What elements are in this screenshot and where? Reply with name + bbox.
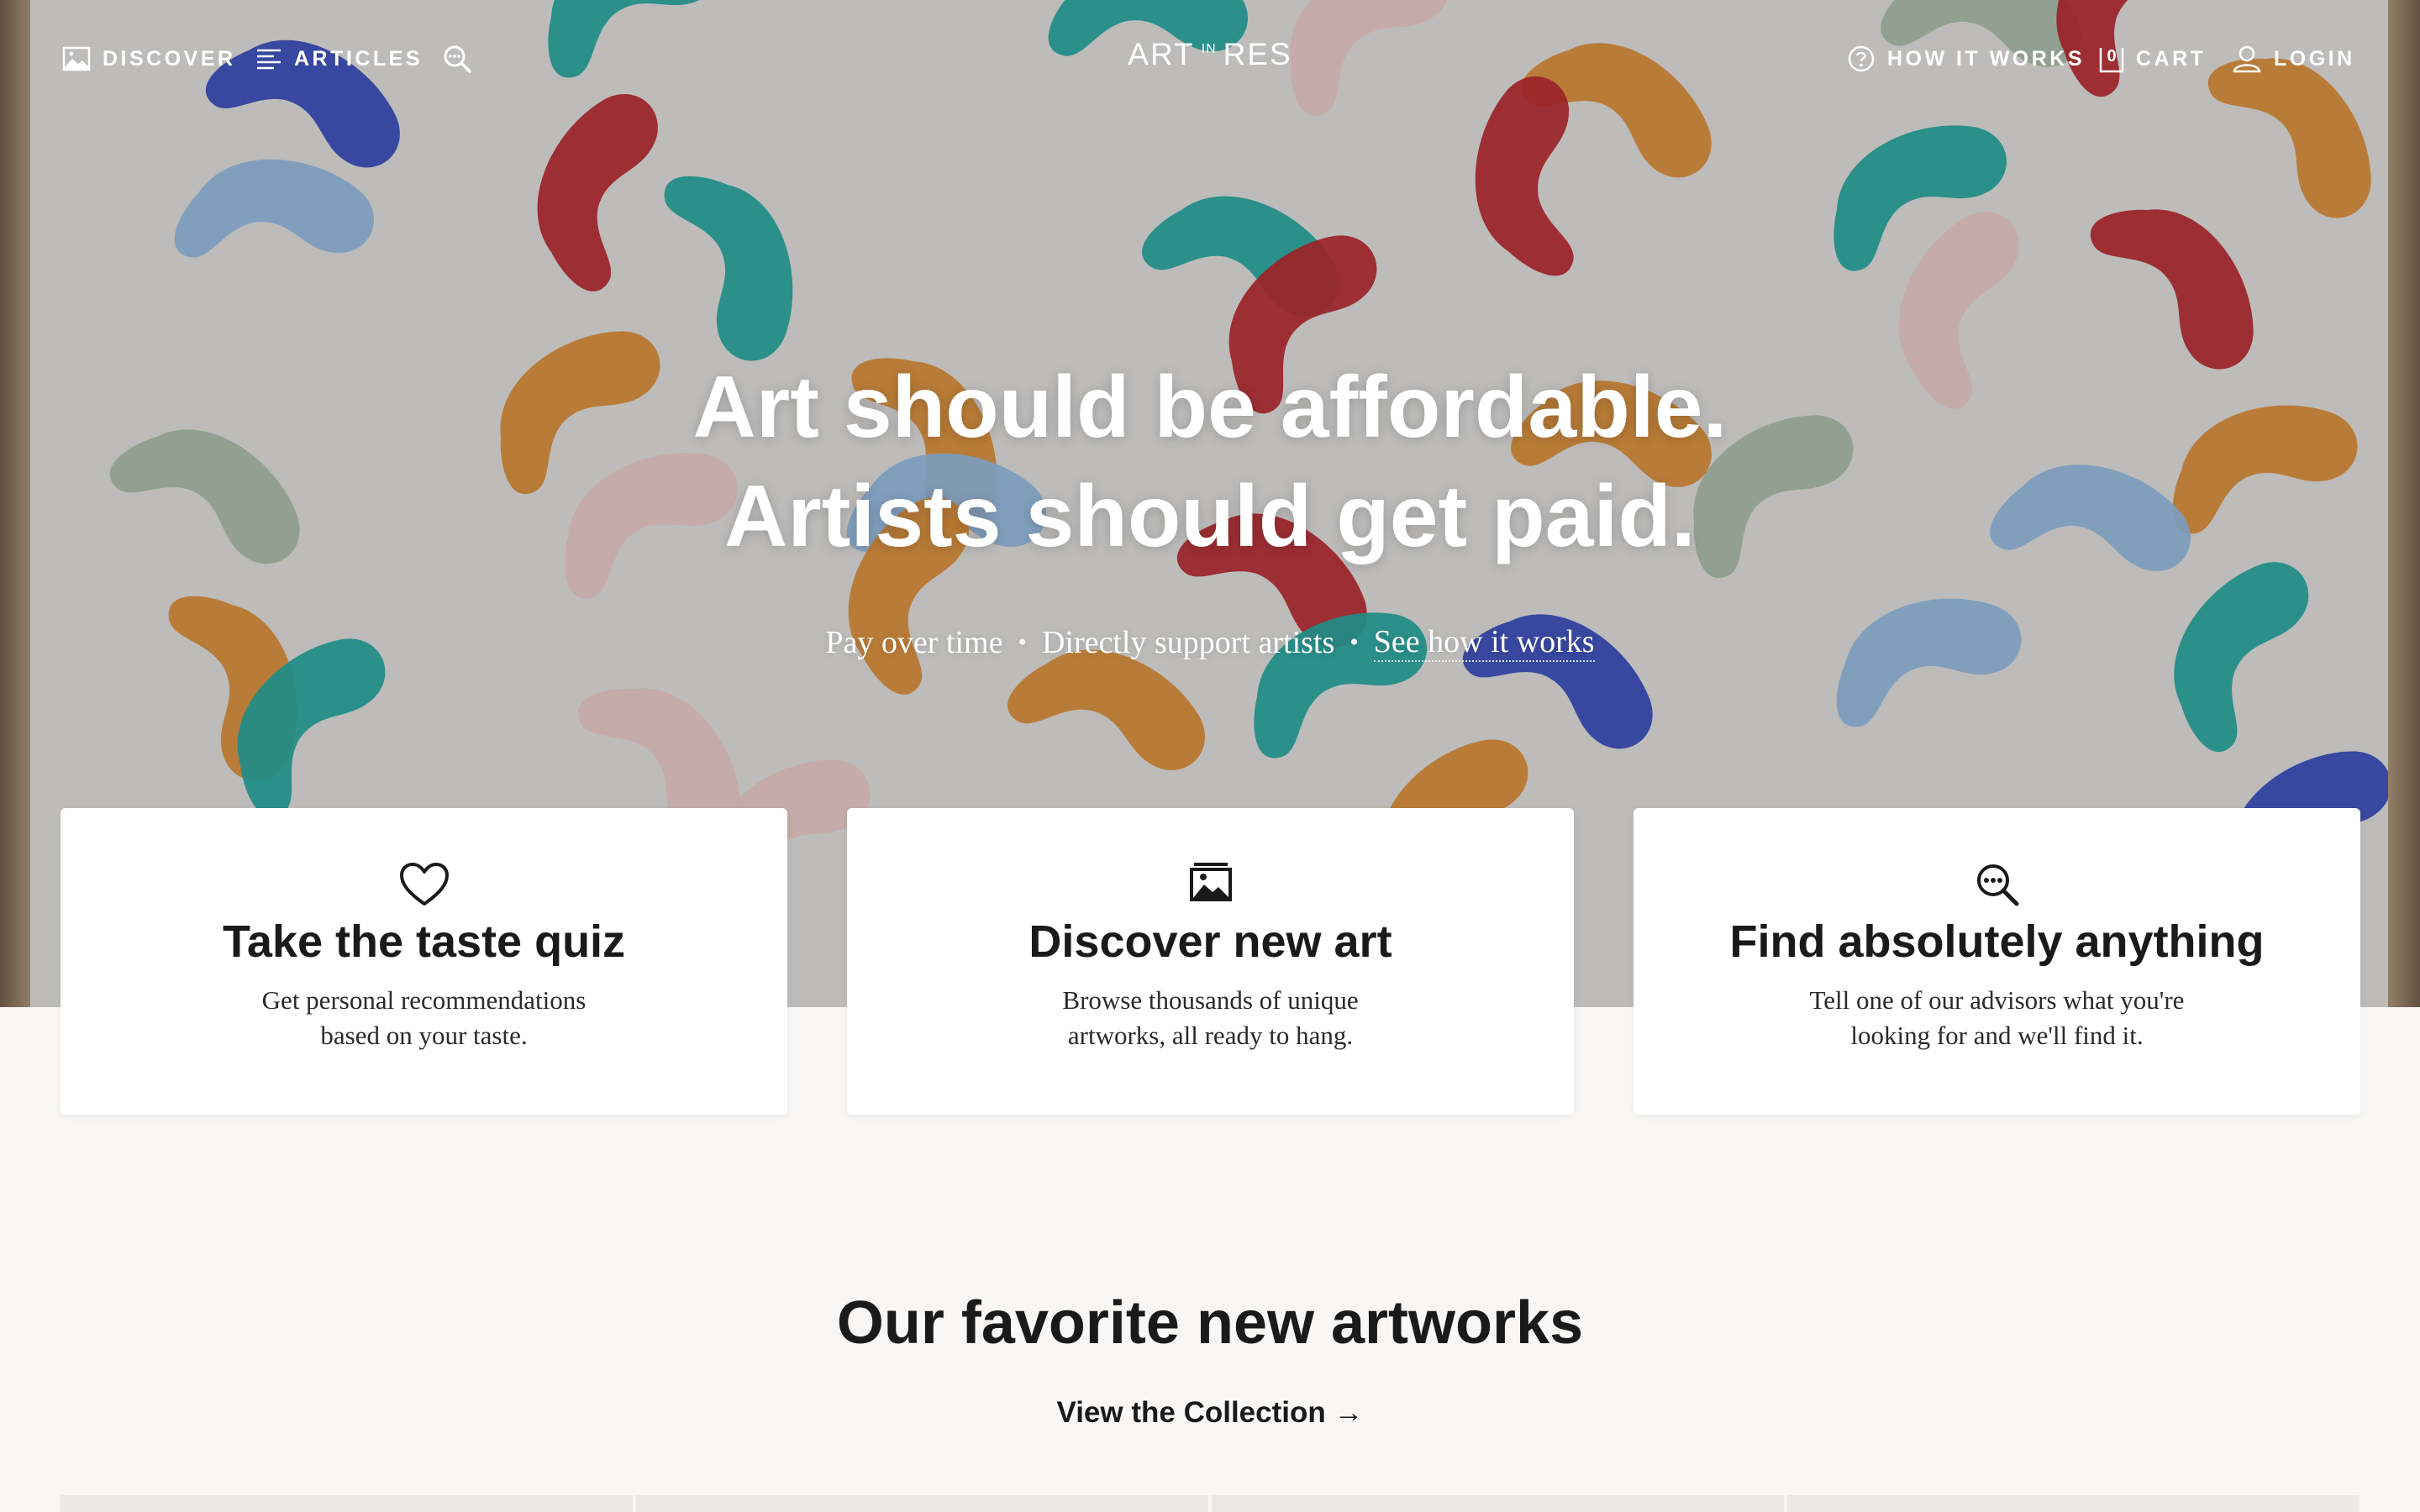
artwork-tile[interactable] bbox=[60, 1495, 633, 1512]
card-taste-quiz[interactable]: Take the taste quiz Get personal recomme… bbox=[60, 808, 787, 1115]
nav-articles[interactable]: ARTICLES bbox=[255, 42, 423, 76]
card-description-line: based on your taste. bbox=[320, 1021, 528, 1050]
subline-support-artists: Directly support artists bbox=[1041, 625, 1335, 660]
card-find-anything[interactable]: Find absolutely anything Tell one of our… bbox=[1634, 808, 2360, 1115]
site-logo[interactable]: ART IN RES bbox=[1128, 37, 1290, 79]
top-nav: DISCOVER ARTICLES ART IN RES HOW IT WORK… bbox=[0, 0, 2420, 118]
nav-login-label: LOGIN bbox=[2274, 46, 2355, 71]
logo-in: IN bbox=[1201, 42, 1217, 56]
card-description: Tell one of our advisors what you're loo… bbox=[1751, 983, 2243, 1053]
nav-cart[interactable]: 0 CART bbox=[2099, 42, 2206, 76]
hero-subline: Pay over time • Directly support artists… bbox=[0, 623, 2420, 662]
card-title: Find absolutely anything bbox=[1729, 916, 2265, 967]
card-description-line: Browse thousands of unique bbox=[1062, 985, 1359, 1015]
artwork-tile[interactable] bbox=[1212, 1495, 1784, 1512]
nav-discover-label: DISCOVER bbox=[103, 46, 236, 71]
nav-login[interactable]: LOGIN bbox=[2232, 42, 2355, 76]
card-title: Take the taste quiz bbox=[222, 916, 626, 967]
card-icon-wrap bbox=[1634, 862, 2360, 907]
page: DISCOVER ARTICLES ART IN RES HOW IT WORK… bbox=[0, 0, 2420, 1512]
card-title: Discover new art bbox=[1028, 916, 1392, 967]
card-description-line: looking for and we'll find it. bbox=[1850, 1021, 2144, 1050]
logo-res: RES bbox=[1223, 37, 1292, 71]
headline-line-2: Artists should get paid. bbox=[724, 468, 1696, 565]
nav-discover[interactable]: DISCOVER bbox=[62, 42, 236, 76]
logo-art: ART bbox=[1128, 37, 1195, 71]
nav-cart-label: CART bbox=[2136, 46, 2207, 71]
artwork-tile[interactable] bbox=[1787, 1495, 2360, 1512]
search-icon bbox=[444, 45, 471, 73]
nav-how-it-works-label: HOW IT WORKS bbox=[1887, 46, 2086, 71]
nav-articles-label: ARTICLES bbox=[294, 46, 423, 71]
help-circle-icon bbox=[1848, 45, 1875, 72]
nav-how-it-works[interactable]: HOW IT WORKS bbox=[1847, 42, 2085, 76]
card-description-line: Get personal recommendations bbox=[261, 985, 587, 1015]
image-icon bbox=[1189, 863, 1232, 901]
artwork-tile[interactable] bbox=[636, 1495, 1208, 1512]
card-description-line: artworks, all ready to hang. bbox=[1067, 1021, 1354, 1050]
image-icon bbox=[62, 46, 91, 71]
card-icon-wrap bbox=[847, 862, 1574, 902]
card-description: Browse thousands of unique artworks, all… bbox=[965, 983, 1456, 1053]
hero-headline: Art should be affordable. Artists should… bbox=[0, 353, 2420, 571]
menu-lines-icon bbox=[257, 49, 281, 70]
section-title: Our favorite new artworks bbox=[836, 1289, 1584, 1357]
card-description: Get personal recommendations based on yo… bbox=[178, 983, 670, 1053]
subline-separator: • bbox=[1349, 628, 1359, 656]
card-description-line: Tell one of our advisors what you're bbox=[1809, 985, 2185, 1015]
cart-count: 0 bbox=[2107, 47, 2117, 66]
view-collection-link[interactable]: View the Collection → bbox=[0, 1396, 2420, 1430]
heart-icon bbox=[399, 863, 449, 906]
subline-pay-over-time: Pay over time bbox=[825, 625, 1003, 660]
search-dots-icon bbox=[1976, 864, 2018, 906]
subline-separator: • bbox=[1018, 628, 1027, 656]
card-icon-wrap bbox=[60, 862, 787, 907]
cart-box-icon: 0 bbox=[2099, 45, 2124, 73]
user-icon bbox=[2233, 45, 2261, 73]
card-discover-art[interactable]: Discover new art Browse thousands of uni… bbox=[847, 808, 1574, 1115]
artwork-gallery bbox=[60, 1495, 2360, 1512]
nav-search-button[interactable] bbox=[442, 42, 472, 76]
see-how-it-works-link[interactable]: See how it works bbox=[1373, 623, 1595, 662]
headline-line-1: Art should be affordable. bbox=[692, 359, 1728, 456]
